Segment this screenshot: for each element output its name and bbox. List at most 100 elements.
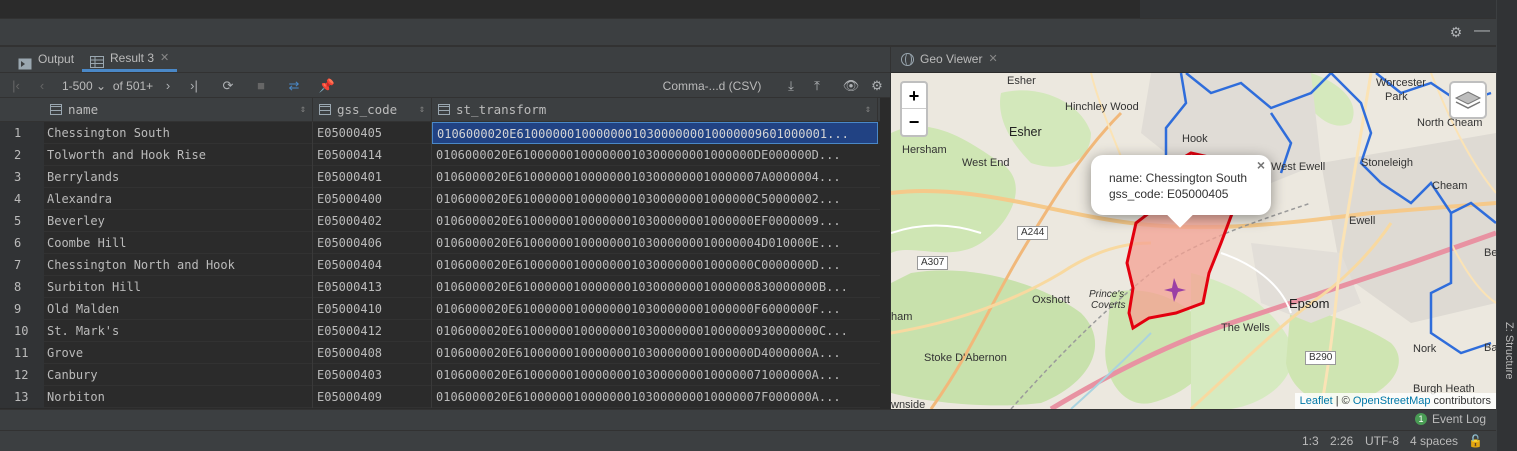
caret-position[interactable]: 1:3 [1302,434,1319,448]
cell-name[interactable]: Alexandra [44,188,313,210]
cell-gss-code[interactable]: E05000405 [313,122,432,144]
cell-gss-code[interactable]: E05000401 [313,166,432,188]
table-row[interactable]: 2 Tolworth and Hook Rise E05000414 01060000… [0,144,880,166]
next-page-icon[interactable]: › [160,76,176,96]
cell-st-transform[interactable]: 0106000020E61000000100000001030000000100… [432,166,878,188]
export-format-select[interactable]: Comma-...d (CSV) ⌄ [656,76,768,113]
map[interactable]: Esher Hinchley Wood Worcester Park Hook … [891,73,1496,409]
layers-button[interactable] [1449,81,1487,119]
cell-name[interactable]: Norbiton [44,386,313,408]
settings-gear-icon[interactable]: ⚙ [868,76,886,96]
cell-gss-code[interactable]: E05000414 [313,144,432,166]
cell-gss-code[interactable]: E05000406 [313,232,432,254]
cell-name[interactable]: St. Mark's [44,320,313,342]
cell-st-transform[interactable]: 0106000020E61000000100000001030000000100… [432,254,878,276]
event-log-button[interactable]: 1 Event Log [1414,412,1486,426]
last-page-icon[interactable]: ›| [186,76,202,96]
stop-icon[interactable]: ■ [252,76,270,96]
cell-st-transform[interactable]: 0106000020E61000000100000001030000000100… [432,210,878,232]
cell-st-transform[interactable]: 0106000020E61000000100000001030000000100… [432,276,878,298]
cell-gss-code[interactable]: E05000403 [313,364,432,386]
table-row[interactable]: 11 Grove E05000408 0106000020E6100000010000… [0,342,880,364]
column-header-name[interactable]: name ⇕ [44,98,313,122]
table-row[interactable]: 6 Coombe Hill E05000406 0106000020E61000000… [0,232,880,254]
sort-icon[interactable]: ⇕ [419,98,425,122]
cell-st-transform[interactable]: 0106000020E61000000100000001030000000100… [432,386,878,408]
zoom-out-button[interactable]: − [902,109,926,135]
cell-gss-code[interactable]: E05000408 [313,342,432,364]
cell-st-transform[interactable]: 0106000020E61000000100000001030000000100… [432,320,878,342]
row-number[interactable]: 5 [0,210,44,232]
gear-icon[interactable]: ⚙ [1448,24,1464,40]
cell-name[interactable]: Chessington South [44,122,313,144]
cell-name[interactable]: Surbiton Hill [44,276,313,298]
table-row[interactable]: 3 Berrylands E05000401 0106000020E610000001… [0,166,880,188]
cell-st-transform[interactable]: 0106000020E61000000100000001030000000100… [432,342,878,364]
row-number[interactable]: 11 [0,342,44,364]
column-header-gss-code[interactable]: gss_code ⇕ [313,98,432,122]
cell-st-transform[interactable]: 0106000020E61000000100000001030000000100… [432,188,878,210]
row-number[interactable]: 6 [0,232,44,254]
cell-name[interactable]: Beverley [44,210,313,232]
table-row[interactable]: 4 Alexandra E05000400 0106000020E6100000010… [0,188,880,210]
cell-name[interactable]: Grove [44,342,313,364]
zoom-in-button[interactable]: + [902,83,926,109]
cell-gss-code[interactable]: E05000400 [313,188,432,210]
cell-name[interactable]: Old Malden [44,298,313,320]
table-row[interactable]: 7 Chessington North and Hook E05000404 0106… [0,254,880,276]
row-number[interactable]: 7 [0,254,44,276]
cell-st-transform[interactable]: 0106000020E61000000100000001030000000100… [432,298,878,320]
close-tab-icon[interactable]: ✕ [160,46,169,71]
compare-icon[interactable]: ⇄ [284,76,304,96]
upload-icon[interactable]: ⤒ [808,76,826,96]
table-row[interactable]: 8 Surbiton Hill E05000413 0106000020E610000… [0,276,880,298]
row-number[interactable]: 9 [0,298,44,320]
table-row[interactable]: 12 Canbury E05000403 0106000020E61000000100… [0,364,880,386]
cell-name[interactable]: Canbury [44,364,313,386]
column-header-st-transform[interactable]: st_transform ⇕ [432,98,878,122]
row-number[interactable]: 10 [0,320,44,342]
table-row[interactable]: 9 Old Malden E05000410 0106000020E610000001… [0,298,880,320]
cell-st-transform[interactable]: 0106000020E61000000100000001030000000100… [432,232,878,254]
row-number[interactable]: 1 [0,122,44,144]
cell-gss-code[interactable]: E05000402 [313,210,432,232]
cell-gss-code[interactable]: E05000410 [313,298,432,320]
cell-gss-code[interactable]: E05000413 [313,276,432,298]
indent-setting[interactable]: 4 spaces [1410,434,1458,448]
leaflet-link[interactable]: Leaflet [1300,395,1333,407]
row-number[interactable]: 12 [0,364,44,386]
sort-icon[interactable]: ⇕ [865,98,871,122]
row-number[interactable]: 3 [0,166,44,188]
row-number[interactable]: 4 [0,188,44,210]
cell-name[interactable]: Berrylands [44,166,313,188]
cell-st-transform[interactable]: 0106000020E61000000100000001030000000100… [432,364,878,386]
close-tab-icon[interactable]: ✕ [988,47,997,72]
row-number[interactable]: 2 [0,144,44,166]
tab-output[interactable]: Output [10,47,82,72]
table-row[interactable]: 1 Chessington South E05000405 0106000020E61… [0,122,880,144]
row-number[interactable]: 8 [0,276,44,298]
cell-gss-code[interactable]: E05000412 [313,320,432,342]
page-range-select[interactable]: 1-500 ⌄ [60,76,108,96]
cell-st-transform[interactable]: 0106000020E61000000100000001030000000100… [432,122,878,144]
osm-link[interactable]: OpenStreetMap [1353,395,1431,407]
file-encoding[interactable]: UTF-8 [1365,434,1399,448]
tab-geo-viewer[interactable]: Geo Viewer ✕ [901,47,998,72]
minimize-icon[interactable]: — [1474,23,1490,39]
cell-name[interactable]: Tolworth and Hook Rise [44,144,313,166]
cell-gss-code[interactable]: E05000409 [313,386,432,408]
table-row[interactable]: 10 St. Mark's E05000412 0106000020E61000000… [0,320,880,342]
table-row[interactable]: 13 Norbiton E05000409 0106000020E6100000010… [0,386,880,408]
table-row[interactable]: 5 Beverley E05000402 0106000020E61000000100… [0,210,880,232]
row-number[interactable]: 13 [0,386,44,408]
cell-gss-code[interactable]: E05000404 [313,254,432,276]
status-time[interactable]: 2:26 [1330,434,1353,448]
download-icon[interactable]: ⤓ [782,76,800,96]
cell-name[interactable]: Chessington North and Hook [44,254,313,276]
tab-result-3[interactable]: Result 3 ✕ [82,46,178,72]
cell-st-transform[interactable]: 0106000020E61000000100000001030000000100… [432,144,878,166]
view-eye-icon[interactable]: 👁 [840,76,862,96]
pin-icon[interactable]: 📌 [318,76,336,96]
reload-icon[interactable]: ⟳ [218,76,238,96]
cell-name[interactable]: Coombe Hill [44,232,313,254]
